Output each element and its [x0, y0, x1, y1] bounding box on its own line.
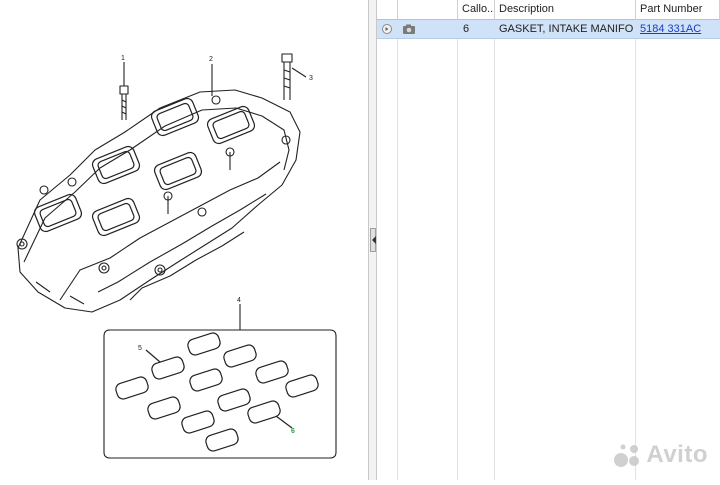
parts-table: Callo... Description Part Number 6 GASKE…	[377, 0, 720, 480]
header-expand[interactable]	[377, 0, 398, 20]
callout-5[interactable]: 5	[138, 345, 142, 352]
callout-6-highlighted[interactable]: 6	[291, 428, 295, 435]
splitter-handle[interactable]	[370, 228, 376, 252]
callout-1[interactable]: 1	[121, 55, 125, 62]
header-part-number[interactable]: Part Number	[636, 0, 720, 20]
pane-splitter[interactable]	[368, 0, 377, 480]
exploded-view-drawing: 1 2 3 4 5 6	[16, 53, 337, 459]
part-number-link[interactable]: 5184 331AC	[640, 20, 718, 38]
column-divider	[494, 0, 495, 480]
gasket-kit-box-drawing	[103, 304, 337, 459]
table-row[interactable]: 6 GASKET, INTAKE MANIFOLD 5184 331AC	[377, 20, 720, 39]
camera-icon[interactable]	[402, 20, 418, 38]
avito-watermark: Avito	[612, 440, 708, 470]
stud-callout-3-drawing	[281, 53, 307, 100]
callout-2[interactable]: 2	[209, 56, 213, 63]
header-description[interactable]: Description	[495, 0, 636, 20]
column-divider	[397, 0, 398, 480]
header-callout[interactable]: Callo...	[458, 0, 495, 20]
bolt-callout-1-drawing	[119, 62, 129, 120]
parts-diagram: 1 2 3 4 5 6	[0, 0, 368, 480]
gasket-drawings	[115, 332, 319, 452]
collapse-left-icon[interactable]	[372, 236, 376, 244]
avito-logo-icon	[614, 444, 640, 467]
callout-3[interactable]: 3	[309, 75, 313, 82]
column-divider	[635, 0, 636, 480]
column-divider	[457, 0, 458, 480]
callout-4[interactable]: 4	[237, 297, 241, 304]
intake-port-drawings	[33, 97, 256, 237]
expand-icon[interactable]	[381, 20, 395, 38]
row-callout: 6	[463, 23, 470, 35]
header-image[interactable]	[398, 0, 458, 20]
avito-watermark-text: Avito	[646, 441, 708, 468]
row-description: GASKET, INTAKE MANIFOLD	[499, 23, 633, 35]
